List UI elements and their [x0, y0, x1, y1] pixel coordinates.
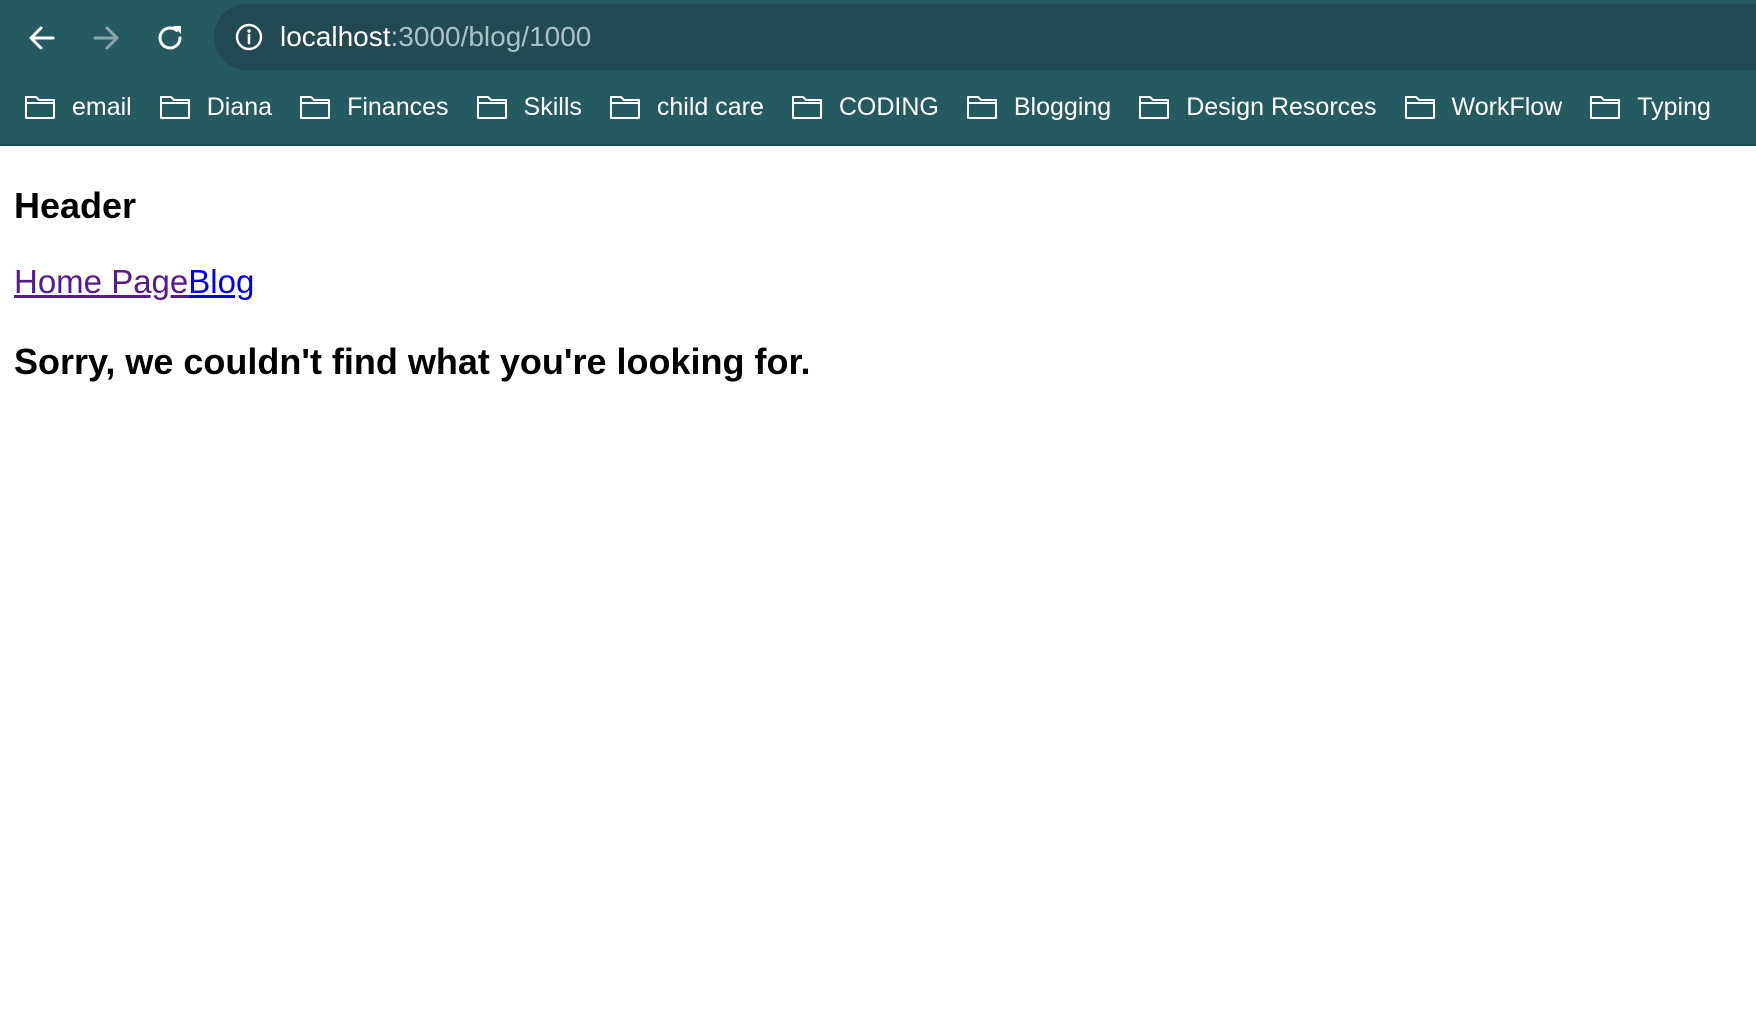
bookmark-folder-coding[interactable]: CODING	[780, 84, 953, 130]
folder-icon	[791, 96, 822, 119]
bookmark-folder-finances[interactable]: Finances	[288, 84, 462, 130]
page-content: Header Home PageBlog Sorry, we couldn't …	[0, 184, 1756, 384]
address-bar[interactable]: localhost:3000/blog/1000	[214, 4, 1756, 70]
bookmark-label: Design Resorces	[1186, 92, 1377, 121]
bookmark-label: Typing	[1637, 92, 1711, 121]
reload-icon	[158, 26, 182, 50]
folder-icon	[476, 96, 507, 119]
bookmark-folder-typing[interactable]: Typing	[1578, 84, 1725, 130]
folder-icon	[1139, 96, 1170, 119]
nav-links: Home PageBlog	[14, 262, 1742, 302]
bookmark-label: Skills	[523, 92, 582, 121]
browser-toolbar: localhost:3000/blog/1000	[0, 0, 1756, 76]
bookmark-folder-email[interactable]: email	[0, 84, 146, 130]
folder-icon	[966, 96, 997, 119]
bookmark-folder-child-care[interactable]: child care	[598, 84, 778, 130]
reload-button[interactable]	[150, 18, 190, 58]
bookmark-label: child care	[656, 92, 764, 121]
bookmark-folder-design-resorces[interactable]: Design Resorces	[1127, 84, 1390, 130]
url-text[interactable]: localhost:3000/blog/1000	[280, 21, 591, 53]
forward-button[interactable]	[86, 18, 126, 58]
bookmark-folder-skills[interactable]: Skills	[465, 84, 596, 130]
bookmark-label: email	[72, 92, 132, 121]
folder-icon	[1404, 96, 1435, 119]
bookmark-label: Diana	[206, 92, 273, 121]
folder-icon	[609, 96, 640, 119]
page-header: Header	[14, 185, 137, 226]
arrow-left-icon	[29, 26, 55, 50]
url-path: :3000/blog/1000	[390, 21, 592, 52]
bookmark-label: CODING	[838, 92, 939, 121]
folder-icon	[300, 96, 331, 119]
folder-icon	[1590, 96, 1621, 119]
bookmarks-bar: email Diana Finances Skills child care C…	[0, 84, 1756, 130]
folder-icon	[25, 96, 55, 119]
folder-icon	[159, 96, 190, 119]
not-found-message: Sorry, we couldn't find what you're look…	[14, 341, 811, 382]
arrow-right-icon	[93, 26, 119, 50]
back-button[interactable]	[22, 18, 62, 58]
bookmark-label: Blogging	[1013, 92, 1112, 121]
bookmark-label: WorkFlow	[1451, 92, 1563, 121]
bookmark-label: Finances	[347, 92, 449, 121]
info-icon[interactable]	[234, 22, 264, 52]
url-host: localhost	[280, 21, 391, 52]
blog-link[interactable]: Blog	[188, 263, 254, 300]
home-page-link[interactable]: Home Page	[14, 263, 188, 300]
bookmark-folder-blogging[interactable]: Blogging	[955, 84, 1125, 130]
bookmark-folder-diana[interactable]: Diana	[148, 84, 286, 130]
browser-chrome: localhost:3000/blog/1000 email Diana Fin…	[0, 0, 1756, 146]
bookmark-folder-workflow[interactable]: WorkFlow	[1393, 84, 1577, 130]
